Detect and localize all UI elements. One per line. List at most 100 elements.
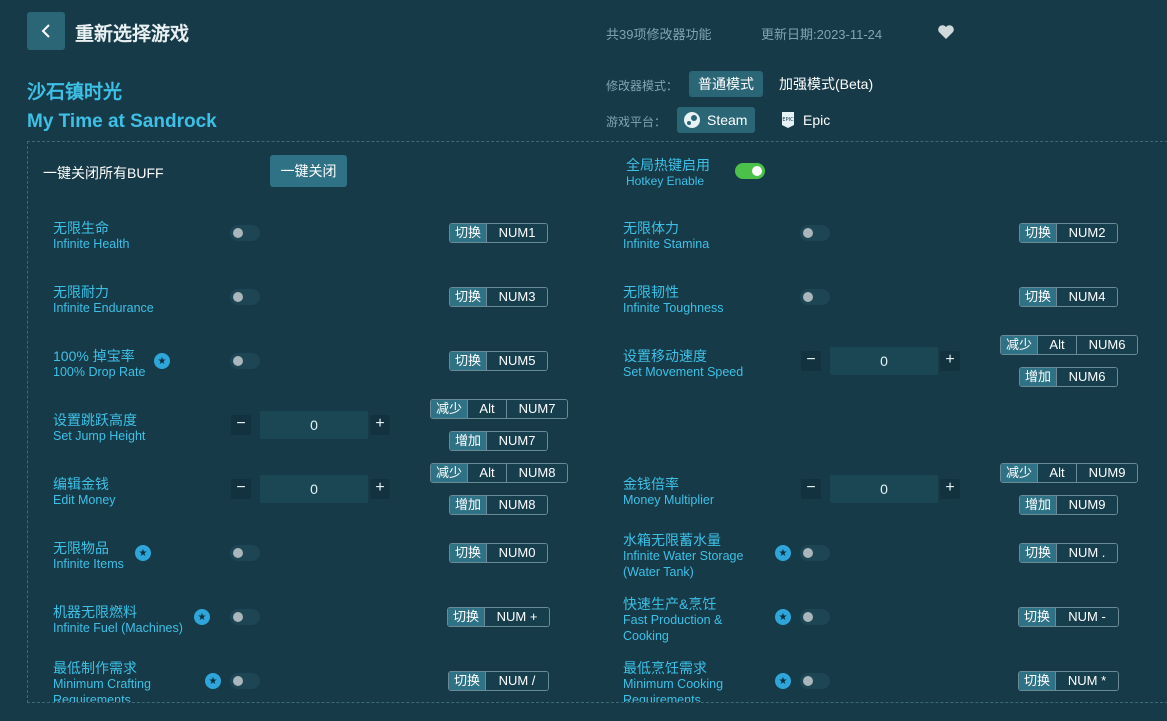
hotkey: NUM - bbox=[1055, 608, 1119, 626]
decrease-button[interactable]: − bbox=[801, 479, 821, 499]
movement-speed-decrease-hotkey[interactable]: 减少 Alt NUM6 bbox=[1000, 335, 1139, 355]
feature-name-en: Set Movement Speed bbox=[623, 365, 744, 379]
hotkey: NUM1 bbox=[486, 224, 548, 242]
hotkey: NUM3 bbox=[486, 288, 548, 306]
decrease-label: 减少 bbox=[1001, 336, 1038, 354]
increase-button[interactable]: + bbox=[940, 479, 960, 499]
edit-money-input[interactable]: 0 bbox=[260, 475, 368, 503]
feature-name-cn: 无限耐力 bbox=[53, 284, 109, 300]
infinite-toughness-toggle[interactable] bbox=[800, 289, 830, 305]
water-storage-hotkey[interactable]: 切换 NUM . bbox=[1019, 543, 1119, 563]
toggle-label: 切换 bbox=[1019, 672, 1056, 690]
increase-button[interactable]: + bbox=[370, 479, 390, 499]
infinite-endurance-hotkey[interactable]: 切换 NUM3 bbox=[449, 287, 549, 307]
increase-label: 增加 bbox=[450, 432, 487, 450]
feature-count: 共39项修改器功能 bbox=[606, 27, 712, 42]
money-multiplier-decrease-hotkey[interactable]: 减少 Alt NUM9 bbox=[1000, 463, 1139, 483]
star-icon: ★ bbox=[775, 609, 791, 625]
svg-text:EPIC: EPIC bbox=[782, 117, 794, 123]
alt-key: Alt bbox=[1037, 464, 1077, 482]
infinite-stamina-toggle[interactable] bbox=[800, 225, 830, 241]
toggle-label: 切换 bbox=[1019, 608, 1056, 626]
min-crafting-toggle[interactable] bbox=[230, 673, 260, 689]
enhanced-mode-button[interactable]: 加强模式(Beta) bbox=[770, 71, 882, 97]
fast-production-hotkey[interactable]: 切换 NUM - bbox=[1018, 607, 1120, 627]
feature-name-en: Infinite Toughness bbox=[623, 301, 724, 315]
infinite-health-toggle[interactable] bbox=[230, 225, 260, 241]
epic-icon: EPIC bbox=[782, 112, 794, 128]
edit-money-decrease-hotkey[interactable]: 减少 Alt NUM8 bbox=[430, 463, 569, 483]
edit-money-increase-hotkey[interactable]: 增加 NUM8 bbox=[449, 495, 549, 515]
infinite-items-hotkey[interactable]: 切换 NUM0 bbox=[449, 543, 549, 563]
decrease-button[interactable]: − bbox=[231, 479, 251, 499]
infinite-health-hotkey[interactable]: 切换 NUM1 bbox=[449, 223, 549, 243]
steam-platform-button[interactable]: Steam bbox=[677, 107, 756, 133]
money-multiplier-increase-hotkey[interactable]: 增加 NUM9 bbox=[1019, 495, 1119, 515]
decrease-label: 减少 bbox=[431, 464, 468, 482]
drop-rate-hotkey[interactable]: 切换 NUM5 bbox=[449, 351, 549, 371]
jump-height-increase-hotkey[interactable]: 增加 NUM7 bbox=[449, 431, 549, 451]
hotkey: NUM9 bbox=[1056, 496, 1118, 514]
infinite-fuel-toggle[interactable] bbox=[230, 609, 260, 625]
star-icon: ★ bbox=[194, 609, 210, 625]
feature-name-en-line2: (Water Tank) bbox=[623, 565, 694, 579]
feature-name-en: Infinite Stamina bbox=[623, 237, 710, 251]
feature-name-en: Infinite Water Storage bbox=[623, 549, 744, 563]
increase-button[interactable]: + bbox=[370, 415, 390, 435]
infinite-stamina-hotkey[interactable]: 切换 NUM2 bbox=[1019, 223, 1119, 243]
feature-name-cn: 100% 掉宝率 bbox=[53, 348, 135, 364]
feature-name-en: Fast Production & bbox=[623, 613, 723, 627]
close-all-button[interactable]: 一键关闭 bbox=[270, 155, 347, 187]
drop-rate-toggle[interactable] bbox=[230, 353, 260, 369]
epic-platform-button[interactable]: EPIC Epic bbox=[779, 107, 830, 133]
hotkey: NUM7 bbox=[506, 400, 568, 418]
movement-speed-increase-hotkey[interactable]: 增加 NUM6 bbox=[1019, 367, 1119, 387]
jump-height-decrease-hotkey[interactable]: 减少 Alt NUM7 bbox=[430, 399, 569, 419]
decrease-button[interactable]: − bbox=[231, 415, 251, 435]
feature-name-en-line2: Requirements bbox=[623, 693, 701, 702]
hotkey: NUM6 bbox=[1076, 336, 1138, 354]
steam-label: Steam bbox=[707, 112, 748, 128]
jump-height-input[interactable]: 0 bbox=[260, 411, 368, 439]
feature-name-en-line2: Cooking bbox=[623, 629, 669, 643]
min-crafting-hotkey[interactable]: 切换 NUM / bbox=[448, 671, 550, 691]
star-icon: ★ bbox=[775, 545, 791, 561]
infinite-items-toggle[interactable] bbox=[230, 545, 260, 561]
feature-name-cn: 金钱倍率 bbox=[623, 476, 679, 492]
movement-speed-input[interactable]: 0 bbox=[830, 347, 938, 375]
game-name-en: My Time at Sandrock bbox=[27, 111, 217, 132]
hotkey: NUM7 bbox=[486, 432, 548, 450]
hotkey: NUM * bbox=[1055, 672, 1119, 690]
infinite-fuel-hotkey[interactable]: 切换 NUM + bbox=[447, 607, 551, 627]
infinite-toughness-hotkey[interactable]: 切换 NUM4 bbox=[1019, 287, 1119, 307]
feature-name-en: Minimum Crafting bbox=[53, 677, 151, 691]
decrease-button[interactable]: − bbox=[801, 351, 821, 371]
hotkey: NUM8 bbox=[506, 464, 568, 482]
water-storage-toggle[interactable] bbox=[800, 545, 830, 561]
normal-mode-button[interactable]: 普通模式 bbox=[689, 71, 763, 97]
heart-icon[interactable] bbox=[937, 24, 955, 40]
chevron-left-icon bbox=[41, 24, 50, 38]
star-icon: ★ bbox=[205, 673, 221, 689]
hotkey: NUM8 bbox=[486, 496, 548, 514]
feature-name-cn: 快速生产&烹饪 bbox=[623, 596, 717, 612]
hotkey-label-cn: 全局热键启用 bbox=[626, 157, 710, 173]
feature-name-cn: 水箱无限蓄水量 bbox=[623, 532, 721, 548]
feature-name-en: Infinite Endurance bbox=[53, 301, 154, 315]
money-multiplier-input[interactable]: 0 bbox=[830, 475, 938, 503]
feature-name-cn: 设置跳跃高度 bbox=[53, 412, 137, 428]
increase-button[interactable]: + bbox=[940, 351, 960, 371]
increase-label: 增加 bbox=[450, 496, 487, 514]
toggle-label: 切换 bbox=[448, 608, 485, 626]
min-cooking-toggle[interactable] bbox=[800, 673, 830, 689]
star-icon: ★ bbox=[154, 353, 170, 369]
back-button[interactable] bbox=[27, 12, 65, 50]
alt-key: Alt bbox=[467, 400, 507, 418]
fast-production-toggle[interactable] bbox=[800, 609, 830, 625]
min-cooking-hotkey[interactable]: 切换 NUM * bbox=[1018, 671, 1120, 691]
epic-label: Epic bbox=[803, 112, 831, 128]
hotkey: NUM4 bbox=[1056, 288, 1118, 306]
hotkey-enable-switch[interactable] bbox=[735, 163, 765, 179]
toggle-label: 切换 bbox=[1020, 224, 1057, 242]
infinite-endurance-toggle[interactable] bbox=[230, 289, 260, 305]
